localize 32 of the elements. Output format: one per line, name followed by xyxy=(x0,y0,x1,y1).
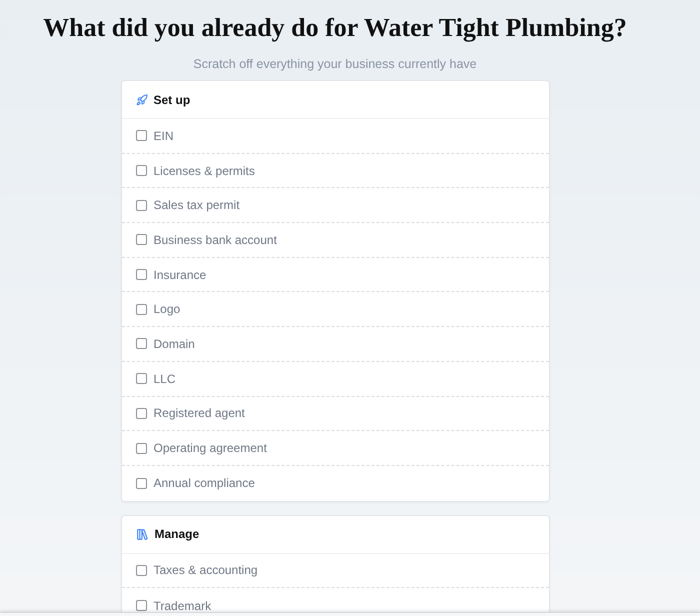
page-subtitle: Scratch off everything your business currently have xyxy=(193,56,477,72)
checkbox[interactable] xyxy=(136,600,146,612)
checkbox[interactable] xyxy=(136,269,146,280)
checklist-item-label: Annual compliance xyxy=(154,475,255,492)
checkbox[interactable] xyxy=(136,234,146,246)
checkbox[interactable] xyxy=(136,130,146,142)
checklist-item-label: EIN xyxy=(154,128,174,145)
checkbox[interactable] xyxy=(136,304,146,315)
books-icon xyxy=(136,528,148,541)
page-title: What did you already do for Water Tight Plumbing? xyxy=(43,12,627,44)
checkbox[interactable] xyxy=(136,165,146,176)
checkbox[interactable] xyxy=(136,478,146,489)
checkbox[interactable] xyxy=(136,338,146,350)
checklist-item-label: Insurance xyxy=(154,266,206,284)
checklist-item-label: Trademark xyxy=(154,598,212,612)
section-title: Set up xyxy=(154,92,190,108)
checklist-item-label: Registered agent xyxy=(154,405,245,422)
rocket-icon xyxy=(136,94,148,106)
checklist-item-label: Operating agreement xyxy=(154,440,267,458)
checklist-item-label: Sales tax permit xyxy=(154,197,240,214)
checklist-item-label: Taxes & accounting xyxy=(154,562,258,580)
section-title: Manage xyxy=(154,526,200,544)
checkbox[interactable] xyxy=(136,564,146,576)
checkbox[interactable] xyxy=(136,442,146,454)
checkbox[interactable] xyxy=(136,200,146,211)
checklist-item-label: LLC xyxy=(154,370,176,388)
checklist-item-label: Logo xyxy=(154,301,180,318)
checklist-item-label: Business bank account xyxy=(154,232,277,249)
checklist-item-label: Domain xyxy=(154,336,195,353)
checklist-item-label: Licenses & permits xyxy=(154,162,255,180)
checkbox[interactable] xyxy=(136,408,146,419)
checkbox[interactable] xyxy=(136,373,146,384)
